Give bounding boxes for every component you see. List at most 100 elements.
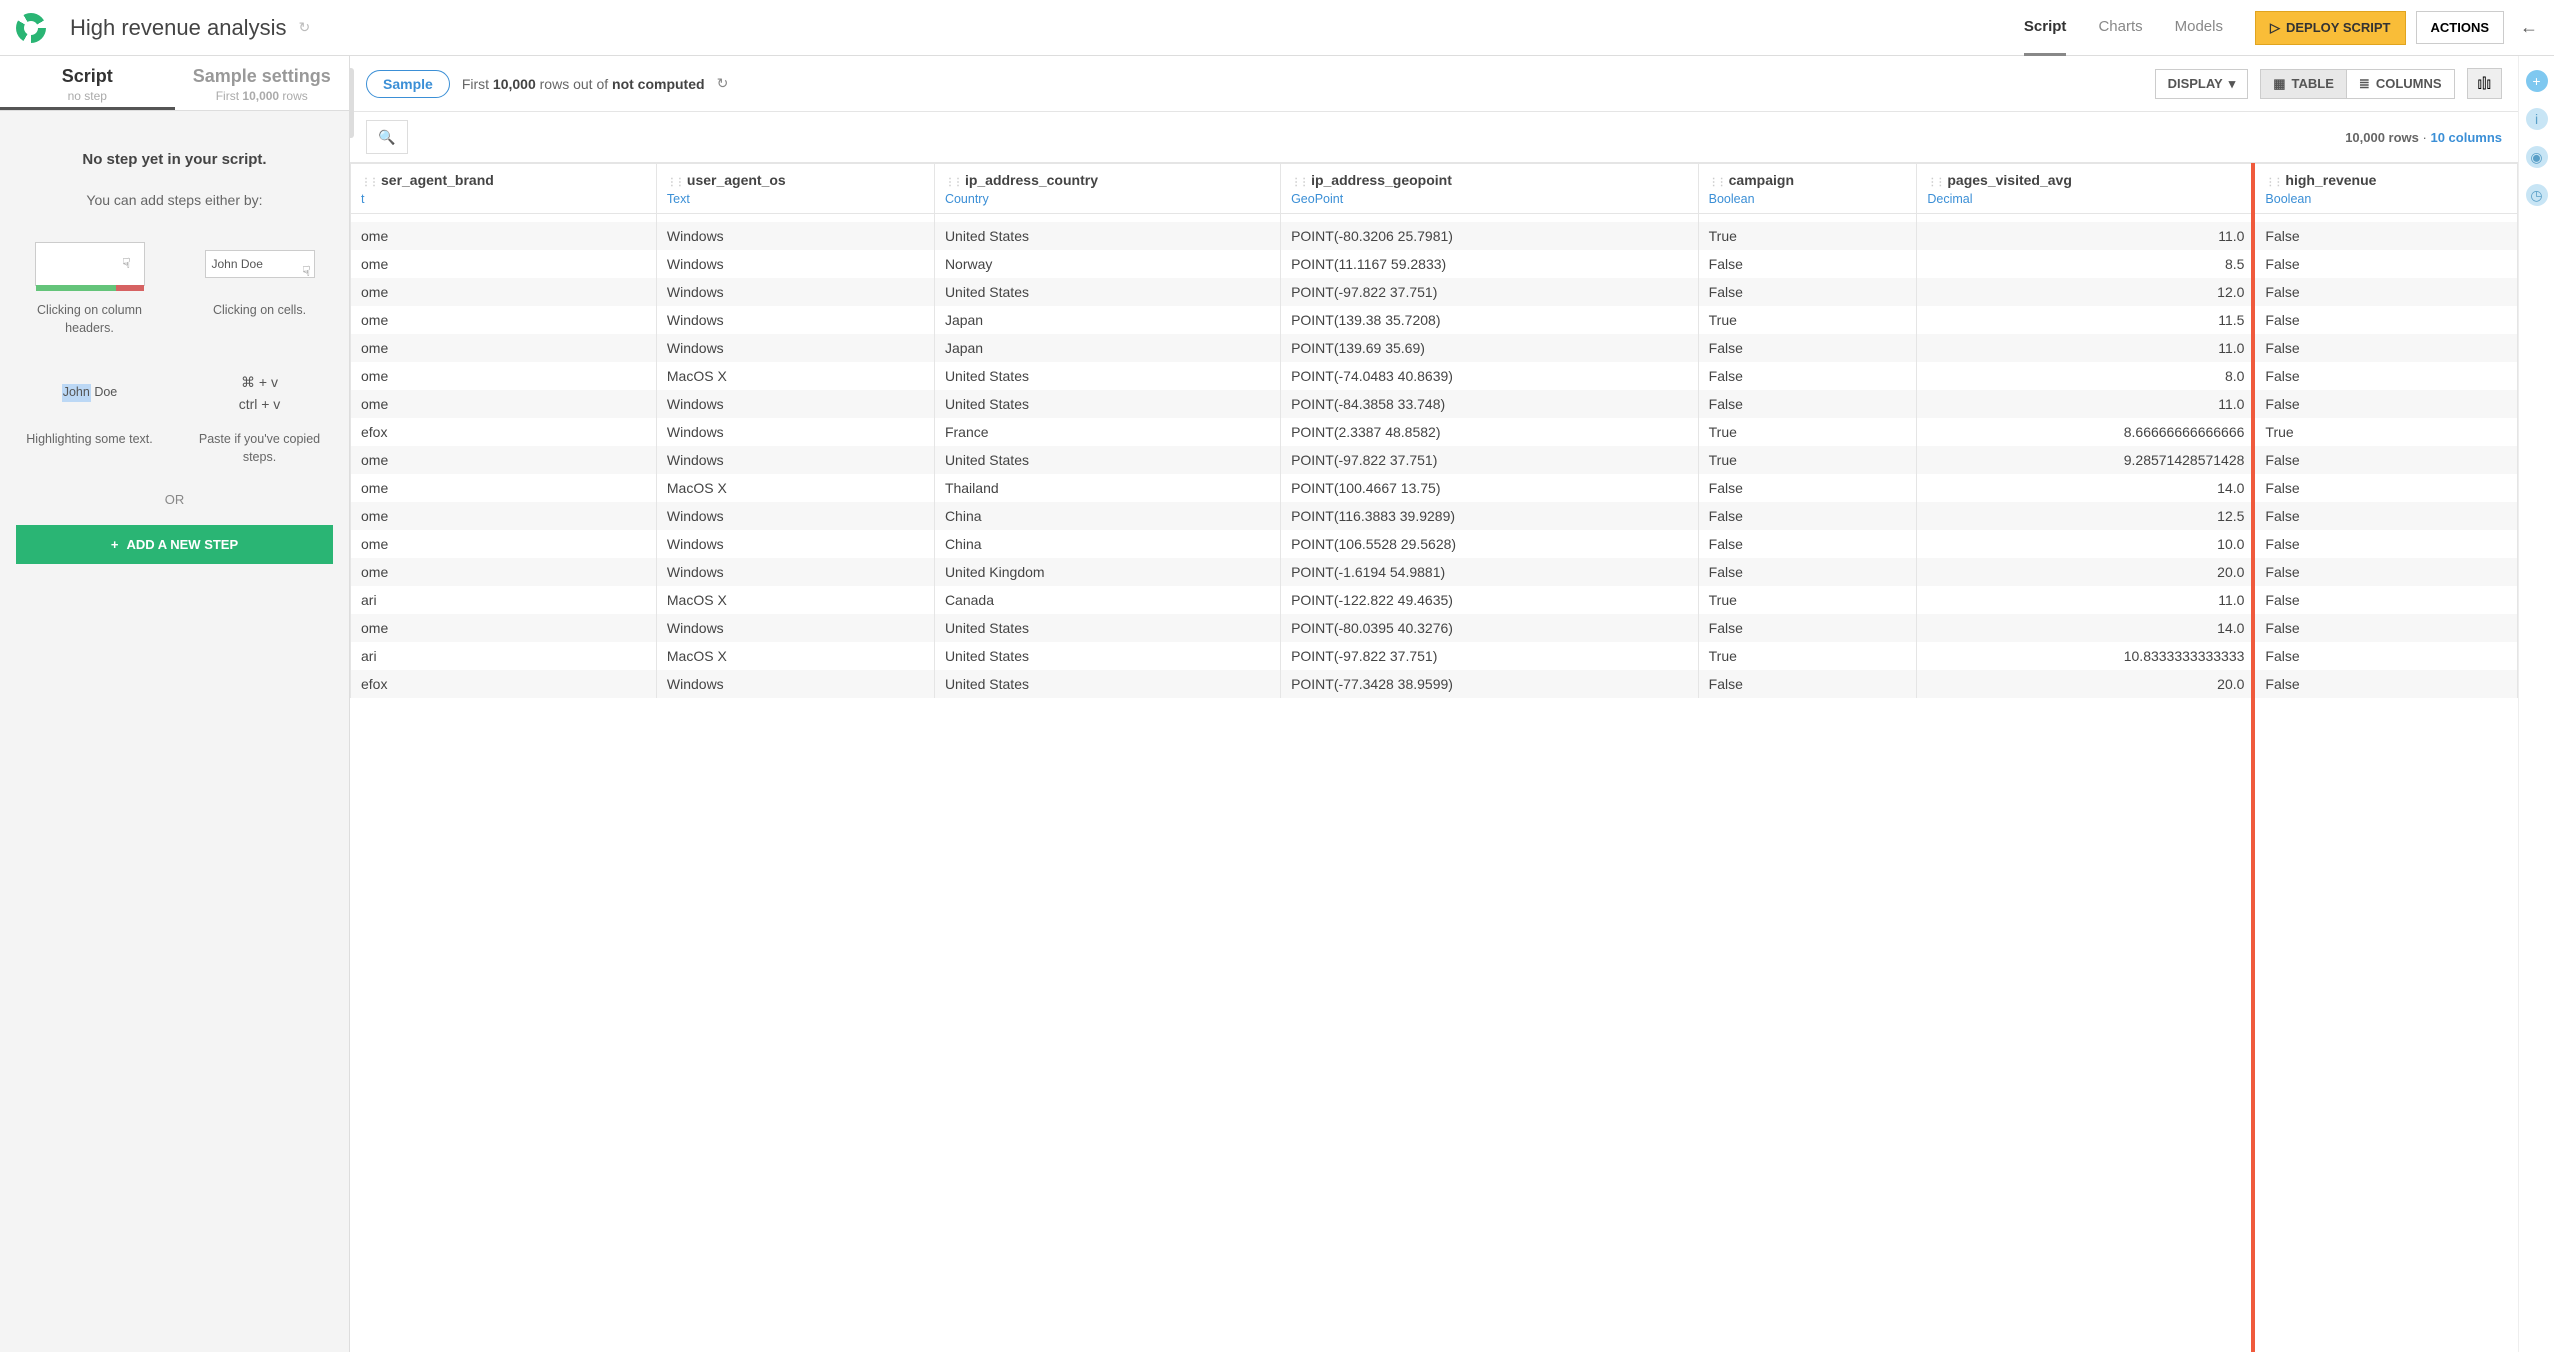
table-cell[interactable]: POINT(-80.0395 40.3276) <box>1281 614 1699 642</box>
sidebar-tab-script[interactable]: Script no step <box>0 56 175 110</box>
table-cell[interactable]: ome <box>351 222 657 250</box>
table-cell[interactable]: True <box>1698 642 1917 670</box>
sidebar-tab-sample-settings[interactable]: Sample settings First 10,000 rows <box>175 56 350 110</box>
table-cell[interactable]: 8.66666666666666 <box>1917 418 2255 446</box>
table-cell[interactable]: MacOS X <box>656 586 934 614</box>
table-row[interactable]: ariMacOS XCanadaPOINT(-122.822 49.4635)T… <box>351 586 2518 614</box>
deploy-script-button[interactable]: ▷ DEPLOY SCRIPT <box>2255 11 2406 45</box>
info-icon[interactable]: i <box>2526 108 2548 130</box>
table-cell[interactable]: False <box>2255 670 2518 698</box>
table-row[interactable]: omeMacOS XThailandPOINT(100.4667 13.75)F… <box>351 474 2518 502</box>
table-cell[interactable]: 8.0 <box>1917 362 2255 390</box>
table-cell[interactable]: 14.0 <box>1917 614 2255 642</box>
table-cell[interactable]: United States <box>934 222 1280 250</box>
table-row[interactable]: omeWindowsUnited StatesPOINT(-84.3858 33… <box>351 390 2518 418</box>
table-cell[interactable]: False <box>2255 362 2518 390</box>
display-dropdown[interactable]: DISPLAY ▾ <box>2155 69 2249 99</box>
table-row[interactable]: omeWindowsJapanPOINT(139.69 35.69)False1… <box>351 334 2518 362</box>
column-header-pages_visited_avg[interactable]: ⋮⋮pages_visited_avgDecimal <box>1917 164 2255 214</box>
table-cell[interactable]: Japan <box>934 334 1280 362</box>
refresh-icon[interactable]: ↻ <box>717 75 729 92</box>
table-cell[interactable]: False <box>2255 250 2518 278</box>
table-row[interactable]: omeWindowsChinaPOINT(116.3883 39.9289)Fa… <box>351 502 2518 530</box>
table-cell[interactable]: France <box>934 418 1280 446</box>
table-cell[interactable]: False <box>2255 614 2518 642</box>
actions-button[interactable]: ACTIONS <box>2416 11 2505 44</box>
table-cell[interactable]: Windows <box>656 558 934 586</box>
table-cell[interactable]: POINT(2.3387 48.8582) <box>1281 418 1699 446</box>
table-cell[interactable]: POINT(106.5528 29.5628) <box>1281 530 1699 558</box>
table-cell[interactable]: False <box>2255 446 2518 474</box>
table-cell[interactable]: ome <box>351 474 657 502</box>
table-cell[interactable]: POINT(-97.822 37.751) <box>1281 642 1699 670</box>
sidebar-collapse-handle[interactable] <box>350 68 354 138</box>
table-cell[interactable]: True <box>1698 306 1917 334</box>
table-cell[interactable]: ome <box>351 362 657 390</box>
table-cell[interactable]: 11.0 <box>1917 334 2255 362</box>
table-cell[interactable]: False <box>1698 362 1917 390</box>
table-cell[interactable]: 12.5 <box>1917 502 2255 530</box>
table-cell[interactable]: False <box>1698 670 1917 698</box>
history-icon[interactable]: ◷ <box>2526 184 2548 206</box>
table-cell[interactable]: MacOS X <box>656 642 934 670</box>
table-cell[interactable]: ome <box>351 502 657 530</box>
table-cell[interactable]: False <box>2255 278 2518 306</box>
table-cell[interactable]: Windows <box>656 278 934 306</box>
table-cell[interactable]: 10.8333333333333 <box>1917 642 2255 670</box>
data-table-wrapper[interactable]: ⋮⋮ser_agent_brandt⋮⋮user_agent_osText⋮⋮i… <box>350 163 2518 1352</box>
back-arrow-icon[interactable]: ← <box>2520 17 2538 38</box>
table-cell[interactable]: ome <box>351 306 657 334</box>
table-cell[interactable]: 20.0 <box>1917 670 2255 698</box>
table-cell[interactable]: United States <box>934 614 1280 642</box>
table-cell[interactable]: True <box>1698 418 1917 446</box>
column-header-campaign[interactable]: ⋮⋮campaignBoolean <box>1698 164 1917 214</box>
table-cell[interactable]: China <box>934 502 1280 530</box>
table-cell[interactable]: False <box>2255 222 2518 250</box>
table-cell[interactable]: MacOS X <box>656 474 934 502</box>
table-cell[interactable]: Norway <box>934 250 1280 278</box>
table-cell[interactable]: POINT(139.38 35.7208) <box>1281 306 1699 334</box>
table-cell[interactable]: ome <box>351 446 657 474</box>
table-cell[interactable]: ome <box>351 558 657 586</box>
column-header-ip_address_geopoint[interactable]: ⋮⋮ip_address_geopointGeoPoint <box>1281 164 1699 214</box>
table-cell[interactable]: POINT(-1.6194 54.9881) <box>1281 558 1699 586</box>
table-cell[interactable]: POINT(-74.0483 40.8639) <box>1281 362 1699 390</box>
table-row[interactable]: omeWindowsUnited StatesPOINT(-97.822 37.… <box>351 278 2518 306</box>
table-cell[interactable]: False <box>2255 530 2518 558</box>
chart-button[interactable]: ⫾⫿⫾ <box>2467 68 2502 99</box>
table-cell[interactable]: ari <box>351 586 657 614</box>
comment-icon[interactable]: ◉ <box>2526 146 2548 168</box>
table-cell[interactable]: 12.0 <box>1917 278 2255 306</box>
sample-button[interactable]: Sample <box>366 70 450 98</box>
table-cell[interactable]: Windows <box>656 334 934 362</box>
tab-charts[interactable]: Charts <box>2098 0 2142 56</box>
table-cell[interactable]: False <box>1698 250 1917 278</box>
table-cell[interactable]: 9.28571428571428 <box>1917 446 2255 474</box>
table-cell[interactable]: True <box>1698 586 1917 614</box>
reload-icon[interactable]: ↻ <box>298 19 310 36</box>
table-cell[interactable]: United States <box>934 278 1280 306</box>
search-input[interactable]: 🔍 <box>366 120 408 154</box>
table-row[interactable]: efoxWindowsUnited StatesPOINT(-77.3428 3… <box>351 670 2518 698</box>
table-cell[interactable]: 11.0 <box>1917 586 2255 614</box>
table-cell[interactable]: False <box>1698 502 1917 530</box>
table-cell[interactable]: Windows <box>656 418 934 446</box>
table-cell[interactable]: ari <box>351 642 657 670</box>
table-cell[interactable]: efox <box>351 670 657 698</box>
table-cell[interactable]: Windows <box>656 502 934 530</box>
table-cell[interactable]: Japan <box>934 306 1280 334</box>
table-cell[interactable]: efox <box>351 418 657 446</box>
tab-script[interactable]: Script <box>2024 0 2067 56</box>
table-cell[interactable]: False <box>2255 306 2518 334</box>
table-cell[interactable]: POINT(-80.3206 25.7981) <box>1281 222 1699 250</box>
table-cell[interactable]: United Kingdom <box>934 558 1280 586</box>
table-cell[interactable]: Windows <box>656 446 934 474</box>
table-cell[interactable]: POINT(-122.822 49.4635) <box>1281 586 1699 614</box>
table-cell[interactable]: False <box>1698 278 1917 306</box>
table-cell[interactable]: Windows <box>656 306 934 334</box>
column-header-ser_agent_brand[interactable]: ⋮⋮ser_agent_brandt <box>351 164 657 214</box>
table-cell[interactable]: ome <box>351 614 657 642</box>
table-cell[interactable]: False <box>1698 558 1917 586</box>
table-cell[interactable]: POINT(-97.822 37.751) <box>1281 278 1699 306</box>
table-cell[interactable]: 14.0 <box>1917 474 2255 502</box>
